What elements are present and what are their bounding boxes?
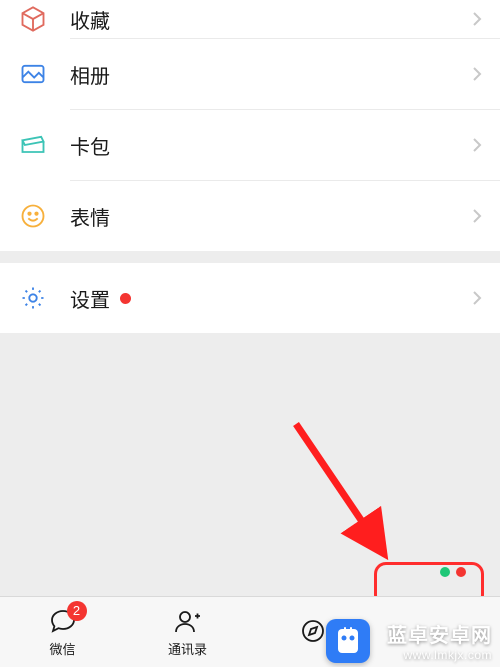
cell-label: 表情 [70,202,110,231]
cell-cards[interactable]: 卡包 [0,110,500,180]
annotation-arrow [290,418,410,583]
tab-contacts[interactable]: 通讯录 [125,597,250,667]
gear-icon [18,283,48,313]
tab-bar: 2 微信 通讯录 [0,596,500,667]
chevron-right-icon [472,137,482,153]
tab-label: 通讯录 [168,639,207,658]
wallet-icon [18,130,48,160]
chevron-right-icon [472,290,482,306]
watermark-logo [326,619,370,663]
chevron-right-icon [472,66,482,82]
tab-label: 微信 [49,639,75,658]
chevron-right-icon [472,11,482,27]
cell-label: 收藏 [70,5,110,34]
notification-dot [120,293,131,304]
cell-label: 相册 [70,60,110,89]
chevron-right-icon [472,208,482,224]
tab-chats[interactable]: 2 微信 [0,597,125,667]
contacts-icon [173,606,203,636]
cell-settings[interactable]: 设置 [0,263,500,333]
cell-album[interactable]: 相册 [0,39,500,109]
tab-me[interactable] [375,597,500,667]
discover-icon [298,616,328,646]
tab-badge: 2 [67,601,87,621]
me-tab-dots [440,567,466,577]
cube-icon [18,4,48,34]
settings-list: 设置 [0,263,500,333]
photo-icon [18,59,48,89]
section-gap [0,251,500,263]
cell-favorites[interactable]: 收藏 [0,0,500,38]
smile-icon [18,201,48,231]
cell-label: 设置 [70,284,110,313]
cell-label: 卡包 [70,131,110,160]
cell-stickers[interactable]: 表情 [0,181,500,251]
profile-menu-list: 收藏 相册 卡包 [0,0,500,251]
